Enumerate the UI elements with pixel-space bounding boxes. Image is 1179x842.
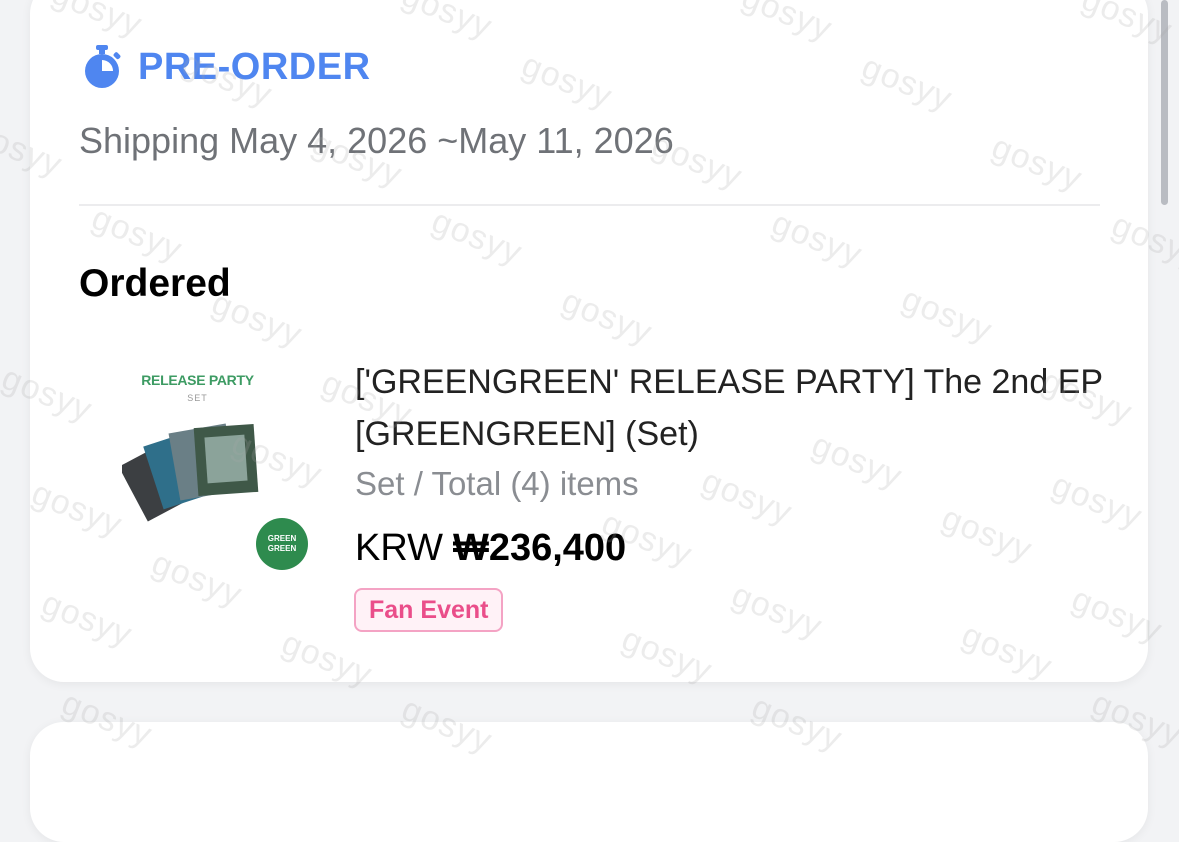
preorder-label: PRE-ORDER	[138, 45, 371, 88]
product-price: KRW ₩236,400	[355, 527, 626, 570]
greengreen-logo: GREEN GREEN	[256, 518, 308, 570]
thumb-subtitle: SET	[187, 393, 208, 403]
stopwatch-icon	[85, 45, 121, 88]
thumb-title: RELEASE PARTY	[141, 372, 254, 388]
price-amount: ₩236,400	[452, 527, 627, 569]
preorder-header: PRE-ORDER	[80, 44, 371, 90]
album-cards-image	[122, 423, 259, 522]
ordered-heading: Ordered	[79, 262, 231, 305]
product-meta: Set / Total (4) items	[355, 465, 639, 502]
fan-event-tag: Fan Event	[354, 588, 504, 632]
shipping-dates: Shipping May 4, 2026 ~May 11, 2026	[79, 120, 674, 161]
product-title[interactable]: ['GREENGREEN' RELEASE PARTY] The 2nd EP …	[355, 356, 1115, 460]
price-currency: KRW	[355, 527, 443, 569]
divider	[79, 204, 1100, 206]
scrollbar[interactable]	[1161, 0, 1168, 205]
product-thumbnail[interactable]: RELEASE PARTY SET GREEN GREEN	[110, 352, 310, 582]
next-card	[30, 722, 1148, 842]
